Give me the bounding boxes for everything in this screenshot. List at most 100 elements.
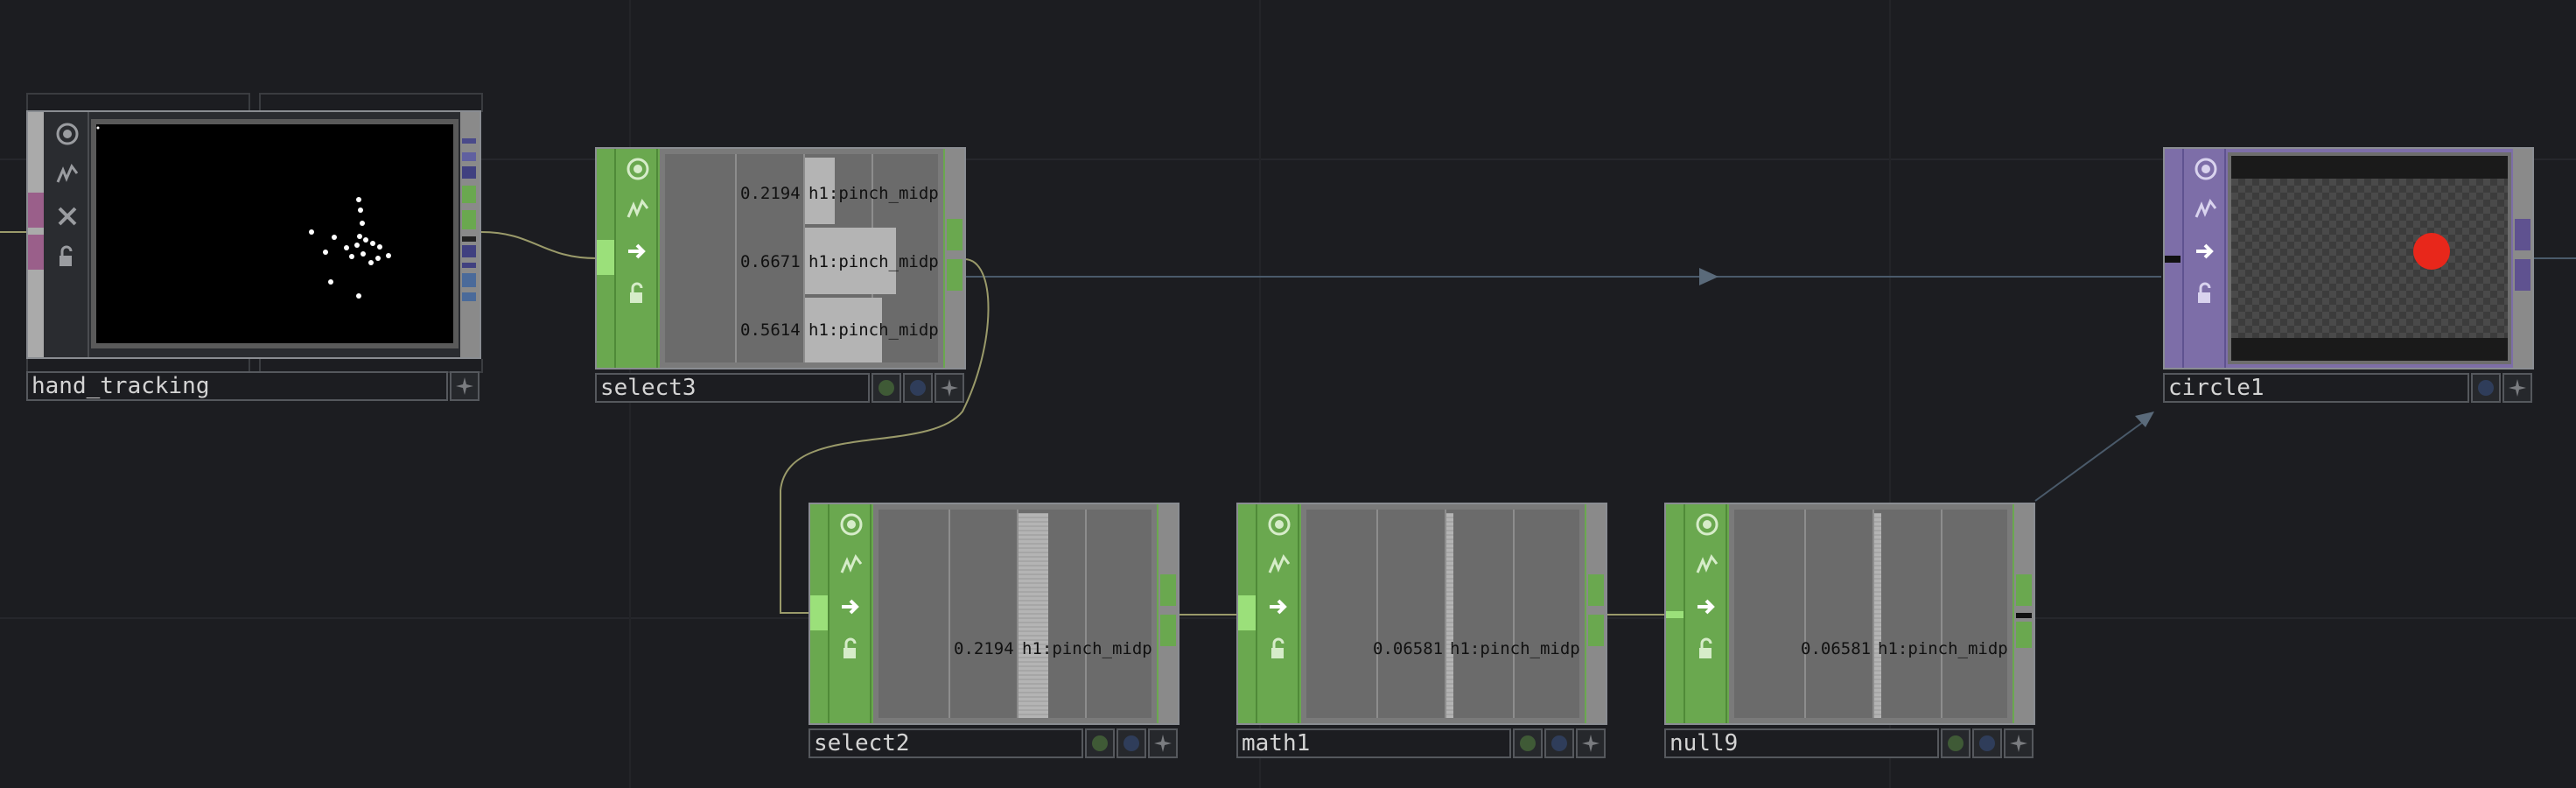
channel-name: h1:pinch_midpc <box>1022 639 1157 658</box>
output-connector[interactable] <box>1160 615 1176 646</box>
lock-icon[interactable] <box>621 277 654 310</box>
lock-icon[interactable] <box>2189 277 2222 310</box>
status-dot <box>1520 735 1536 751</box>
node-name-bar[interactable]: circle1 <box>2163 373 2469 403</box>
output-connector[interactable] <box>462 236 476 242</box>
node-null9-body[interactable]: 0.06581 h1:pinch_midpc <box>1664 503 2035 725</box>
node-select2-body[interactable]: 0.2194 h1:pinch_midpc <box>808 503 1180 725</box>
node-options-button[interactable] <box>1576 728 1606 758</box>
cook-icon[interactable] <box>2189 193 2222 226</box>
output-connector[interactable] <box>2016 613 2032 618</box>
cook-icon[interactable] <box>1263 548 1296 581</box>
grid-line <box>1941 510 1942 718</box>
input-connector[interactable] <box>28 193 44 228</box>
node-circle1-body[interactable] <box>2163 147 2534 369</box>
cook-icon[interactable] <box>621 193 654 226</box>
output-connector[interactable] <box>1588 615 1604 646</box>
output-strip <box>2513 149 2532 368</box>
grid-line <box>1376 510 1378 718</box>
node-select2[interactable]: 0.2194 h1:pinch_midpc select2 <box>808 503 1180 760</box>
node-name: math1 <box>1242 730 1311 756</box>
display-indicator-button[interactable] <box>1972 728 2002 758</box>
display-indicator-button[interactable] <box>903 373 933 403</box>
node-select3[interactable]: 0.2194 h1:pinch_midpc 0.6671 h1:pinch_mi… <box>595 147 966 405</box>
lock-icon[interactable] <box>51 240 84 273</box>
node-hand-tracking[interactable]: hand_tracking <box>26 93 483 405</box>
node-options-button[interactable] <box>2004 728 2034 758</box>
display-indicator-button[interactable] <box>1544 728 1574 758</box>
input-connector[interactable] <box>1666 611 1684 618</box>
status-dot <box>1551 735 1567 751</box>
output-connector[interactable] <box>462 152 476 161</box>
chop-viewer: 0.06581 h1:pinch_midpc <box>1301 504 1585 723</box>
node-name-bar[interactable]: hand_tracking <box>26 371 448 401</box>
output-connector[interactable] <box>462 186 476 203</box>
input-connector[interactable] <box>1238 595 1256 630</box>
cooking-indicator-button[interactable] <box>1085 728 1115 758</box>
cook-icon[interactable] <box>51 158 84 191</box>
display-icon[interactable] <box>835 590 868 623</box>
input-connector[interactable] <box>810 595 828 630</box>
status-dot <box>2478 380 2494 396</box>
cook-icon[interactable] <box>835 548 868 581</box>
output-connector[interactable] <box>462 292 476 301</box>
output-connector[interactable] <box>462 210 476 229</box>
display-indicator-button[interactable] <box>2471 373 2501 403</box>
node-math1-body[interactable]: 0.06581 h1:pinch_midpc <box>1236 503 1607 725</box>
input-connector[interactable] <box>2165 256 2180 263</box>
output-connector[interactable] <box>462 245 476 257</box>
node-null9[interactable]: 0.06581 h1:pinch_midpc null9 <box>1664 503 2035 760</box>
display-icon[interactable] <box>1263 590 1296 623</box>
output-connector[interactable] <box>2016 574 2032 606</box>
display-icon[interactable] <box>2189 235 2222 268</box>
viewer-icon[interactable] <box>1263 508 1296 541</box>
flag-column <box>2182 149 2226 368</box>
sparkle-icon <box>2010 735 2027 752</box>
node-name-bar[interactable]: math1 <box>1236 728 1511 758</box>
cooking-indicator-button[interactable] <box>1513 728 1543 758</box>
node-name-bar[interactable]: select3 <box>595 373 870 403</box>
output-connector[interactable] <box>2515 219 2530 250</box>
node-name-bar[interactable]: select2 <box>808 728 1083 758</box>
viewer-icon[interactable] <box>51 117 84 151</box>
node-options-button[interactable] <box>450 371 480 401</box>
display-icon[interactable] <box>1690 590 1724 623</box>
output-connector[interactable] <box>2016 622 2032 648</box>
viewer-icon[interactable] <box>621 152 654 186</box>
bypass-icon[interactable] <box>51 200 84 233</box>
viewer-icon[interactable] <box>2189 152 2222 186</box>
viewer-icon[interactable] <box>1690 508 1724 541</box>
node-name-bar[interactable]: null9 <box>1664 728 1939 758</box>
node-options-button[interactable] <box>934 373 964 403</box>
output-connector[interactable] <box>2515 259 2530 291</box>
cooking-indicator-button[interactable] <box>872 373 901 403</box>
cooking-indicator-button[interactable] <box>1941 728 1970 758</box>
output-connector[interactable] <box>1588 574 1604 606</box>
output-strip <box>2014 504 2034 723</box>
output-connector[interactable] <box>462 166 476 179</box>
display-icon[interactable] <box>621 235 654 268</box>
grid-line <box>1513 510 1515 718</box>
output-connector[interactable] <box>462 273 476 287</box>
input-connector[interactable] <box>597 240 614 275</box>
wire-hand-tracking-to-select3 <box>480 231 598 259</box>
node-circle1[interactable]: circle1 <box>2163 147 2534 405</box>
output-connector[interactable] <box>462 263 476 268</box>
node-options-button[interactable] <box>1148 728 1178 758</box>
cook-icon[interactable] <box>1690 548 1724 581</box>
lock-icon[interactable] <box>1263 632 1296 665</box>
node-select3-body[interactable]: 0.2194 h1:pinch_midpc 0.6671 h1:pinch_mi… <box>595 147 966 369</box>
output-connector[interactable] <box>1160 574 1176 606</box>
output-connector[interactable] <box>947 259 962 291</box>
lock-icon[interactable] <box>1690 632 1724 665</box>
node-hand-tracking-body[interactable] <box>26 110 481 359</box>
display-indicator-button[interactable] <box>1116 728 1146 758</box>
viewer-icon[interactable] <box>835 508 868 541</box>
output-connector[interactable] <box>462 138 476 144</box>
lock-icon[interactable] <box>835 632 868 665</box>
node-math1[interactable]: 0.06581 h1:pinch_midpc math1 <box>1236 503 1607 760</box>
flag-column <box>828 504 872 723</box>
node-options-button[interactable] <box>2502 373 2532 403</box>
output-connector[interactable] <box>947 219 962 250</box>
input-connector[interactable] <box>28 235 44 270</box>
